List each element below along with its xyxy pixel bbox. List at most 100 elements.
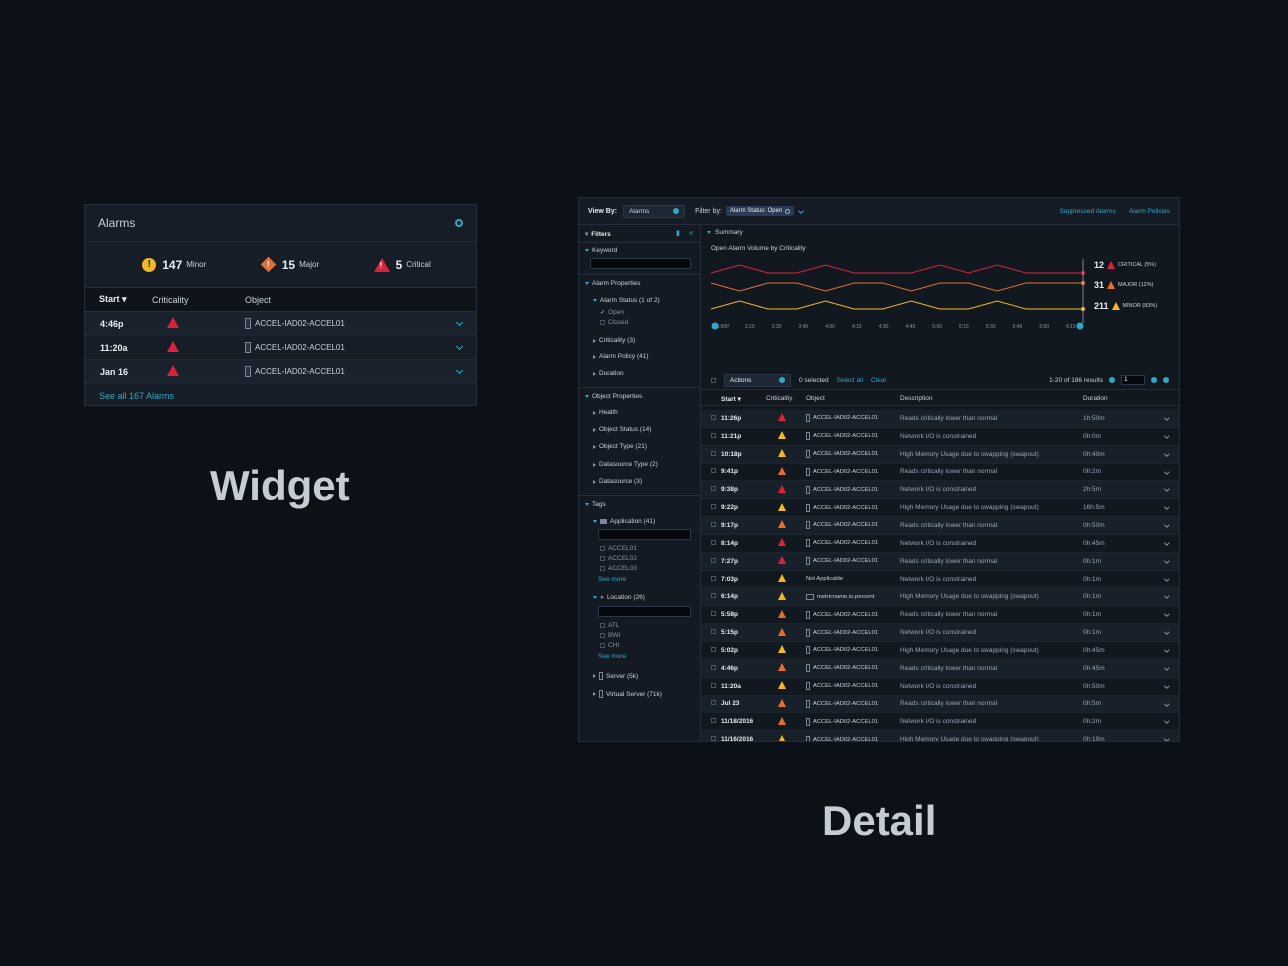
filter-health[interactable]: Health xyxy=(593,409,618,416)
application-search-input[interactable] xyxy=(598,529,691,540)
prev-page-icon[interactable] xyxy=(1109,377,1115,383)
next-page-icon[interactable] xyxy=(1151,377,1157,383)
col-start-header[interactable]: Start ▾ xyxy=(721,395,766,403)
chevron-down-icon[interactable] xyxy=(1163,540,1169,546)
row-checkbox[interactable] xyxy=(711,700,716,706)
table-row[interactable]: 4:46p ACCEL-IAD02-ACCEL01 Reads critically… xyxy=(701,659,1179,678)
table-row[interactable]: 9:38p ACCEL-IAD02-ACCEL01 Network I/O is c… xyxy=(701,481,1179,500)
collapse-icon[interactable]: « xyxy=(689,228,693,237)
chevron-down-icon[interactable] xyxy=(1163,558,1169,563)
chevron-down-icon[interactable] xyxy=(1163,504,1169,510)
select-all-link[interactable]: Select all xyxy=(837,377,863,384)
filter-alarm-properties[interactable]: Alarm Properties xyxy=(585,280,640,287)
row-checkbox[interactable] xyxy=(711,557,716,563)
chevron-down-icon[interactable] xyxy=(798,208,805,214)
table-row[interactable]: 11:21p ACCEL-IAD02-ACCEL01 Network I/O is … xyxy=(701,428,1179,446)
row-checkbox[interactable] xyxy=(711,414,716,420)
table-row[interactable]: Jul 23 ACCEL-IAD02-ACCEL01 Reads criticall… xyxy=(701,695,1179,714)
table-row[interactable]: Jan 16 ACCEL-IAD02-ACCEL01 xyxy=(85,360,476,384)
table-row[interactable]: 5:15p ACCEL-IAD02-ACCEL01 Network I/O is c… xyxy=(701,624,1179,642)
row-checkbox[interactable] xyxy=(711,646,716,652)
row-checkbox[interactable] xyxy=(711,432,716,438)
location-search-input[interactable] xyxy=(598,606,691,617)
table-row[interactable]: 11:26p ACCEL-IAD02-ACCEL01 Reads criticall… xyxy=(701,410,1179,428)
summary-minor[interactable]: ! 147 Minor xyxy=(142,257,206,272)
chart-next-icon[interactable] xyxy=(1076,322,1084,330)
option-closed[interactable]: Closed xyxy=(600,319,628,326)
chevron-down-icon[interactable] xyxy=(1163,486,1169,492)
col-object-header[interactable]: Object xyxy=(806,395,900,402)
row-checkbox[interactable] xyxy=(711,468,716,474)
filter-criticality[interactable]: Criticality (3) xyxy=(593,337,635,344)
chevron-down-icon[interactable] xyxy=(1163,665,1169,671)
col-object-header[interactable]: Object xyxy=(245,295,271,305)
row-checkbox[interactable] xyxy=(711,504,716,510)
see-more-link[interactable]: See more xyxy=(598,576,626,583)
filter-datasource[interactable]: Datasource (3) xyxy=(593,478,642,485)
loc-option[interactable]: ATL xyxy=(600,622,619,629)
chevron-down-icon[interactable] xyxy=(1163,718,1169,724)
chevron-down-icon[interactable] xyxy=(1163,700,1169,706)
suppressed-alarms-link[interactable]: Suppressed Alarms xyxy=(1059,208,1115,215)
table-row[interactable]: 10:18p ACCEL-IAD02-ACCEL01 High Memory Usa… xyxy=(701,445,1179,464)
loc-option[interactable]: CHI xyxy=(600,642,619,649)
filter-location[interactable]: ● Location (26) xyxy=(593,594,645,601)
row-checkbox[interactable] xyxy=(711,450,716,456)
filter-object-status[interactable]: Object Status (14) xyxy=(593,426,651,433)
col-start-header[interactable]: Start ▾ xyxy=(85,294,152,305)
alarm-policies-link[interactable]: Alarm Policies xyxy=(1129,208,1170,215)
app-option[interactable]: ACCEL03 xyxy=(600,565,637,572)
col-duration-header[interactable]: Duration xyxy=(1083,395,1153,402)
col-criticality-header[interactable]: Criticality xyxy=(152,295,245,305)
filter-alarm-status[interactable]: Alarm Status (1 of 2) xyxy=(593,297,660,304)
chevron-down-icon[interactable] xyxy=(1163,629,1169,635)
table-row[interactable]: 5:02p ACCEL-IAD02-ACCEL01 High Memory Usag… xyxy=(701,642,1179,660)
see-more-link[interactable]: See more xyxy=(598,653,626,660)
chevron-down-icon[interactable] xyxy=(1163,575,1169,581)
chevron-down-icon[interactable] xyxy=(1163,415,1169,421)
chevron-down-icon[interactable] xyxy=(455,342,464,351)
chevron-down-icon[interactable] xyxy=(455,366,464,375)
option-open[interactable]: ✓ Open xyxy=(600,309,624,316)
chart-prev-icon[interactable] xyxy=(711,322,719,330)
table-row[interactable]: 9:22p ACCEL-IAD02-ACCEL01 High Memory Usag… xyxy=(701,499,1179,518)
chevron-down-icon[interactable] xyxy=(1163,522,1169,528)
chevron-down-icon[interactable] xyxy=(1163,450,1169,456)
keyword-input[interactable] xyxy=(590,258,691,269)
row-checkbox[interactable] xyxy=(711,593,716,599)
gear-icon[interactable] xyxy=(455,219,463,227)
checkbox[interactable] xyxy=(600,320,605,325)
row-checkbox[interactable] xyxy=(711,682,716,688)
app-option[interactable]: ACCEL02 xyxy=(600,555,637,562)
app-option[interactable]: ACCEL01 xyxy=(600,545,637,552)
chevron-down-icon[interactable] xyxy=(1163,593,1169,599)
row-checkbox[interactable] xyxy=(711,664,716,670)
summary-critical[interactable]: ! 5 Critical xyxy=(373,257,431,272)
filter-alarm-policy[interactable]: Alarm Policy (41) xyxy=(593,353,648,360)
table-row[interactable]: 5:58p ACCEL-IAD02-ACCEL01 Reads critically… xyxy=(701,606,1179,625)
select-all-checkbox[interactable] xyxy=(711,377,716,383)
row-checkbox[interactable] xyxy=(711,629,716,635)
row-checkbox[interactable] xyxy=(711,611,716,617)
table-row[interactable]: 11:20a ACCEL-IAD02-ACCEL01 Network I/O is … xyxy=(701,678,1179,696)
table-row[interactable]: 7:03p Not Applicable Network I/O is constr… xyxy=(701,571,1179,589)
row-checkbox[interactable] xyxy=(711,486,716,492)
page-input[interactable]: 1 xyxy=(1121,375,1145,385)
filter-application[interactable]: Application (41) xyxy=(593,518,655,525)
chevron-down-icon[interactable] xyxy=(1163,682,1169,688)
table-row[interactable]: 8:14p ACCEL-IAD02-ACCEL01 Network I/O is c… xyxy=(701,535,1179,553)
chevron-down-icon[interactable] xyxy=(1163,433,1169,439)
row-checkbox[interactable] xyxy=(711,521,716,527)
row-checkbox[interactable] xyxy=(711,718,716,724)
remove-filter-icon[interactable] xyxy=(785,208,791,214)
filter-keyword[interactable]: Keyword xyxy=(585,247,617,254)
summary-major[interactable]: ! 15 Major xyxy=(260,256,319,273)
table-row[interactable]: 11/18/2016 ACCEL-IAD02-ACCEL01 Network I/O… xyxy=(701,713,1179,732)
loc-option[interactable]: BWI xyxy=(600,632,620,639)
chevron-down-icon[interactable] xyxy=(1163,468,1169,474)
col-description-header[interactable]: Description xyxy=(900,395,1083,402)
filter-object-type[interactable]: Object Type (21) xyxy=(593,443,647,450)
filter-duration[interactable]: Duration xyxy=(593,370,624,377)
bookmark-icon[interactable]: ▮ xyxy=(676,229,680,237)
gear-icon[interactable] xyxy=(1163,377,1169,383)
